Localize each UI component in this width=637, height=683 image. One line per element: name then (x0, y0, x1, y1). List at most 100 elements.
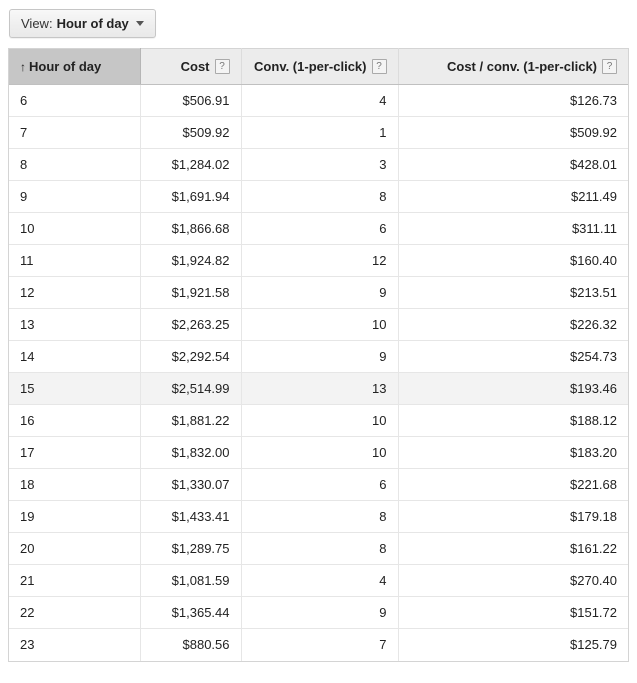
cell-conversions: 13 (241, 372, 399, 405)
stats-table-container: ↑ Hour of day Cost ? Conv. (1-per-click)… (8, 48, 629, 662)
cell-cost-per-conversion: $254.73 (398, 340, 628, 373)
table-row[interactable]: 23 $880.56 7 $125.79 (9, 628, 628, 661)
column-header-cost-per-conversion[interactable]: Cost / conv. (1-per-click) ? (398, 48, 628, 85)
cell-cost-per-conversion: $183.20 (398, 436, 628, 469)
table-row[interactable]: 6 $506.91 4 $126.73 (9, 84, 628, 117)
cell-cost-per-conversion: $509.92 (398, 116, 628, 149)
cell-cost-per-conversion: $161.22 (398, 532, 628, 565)
cell-cost-per-conversion: $428.01 (398, 148, 628, 181)
help-icon-cost[interactable]: ? (214, 59, 230, 74)
cell-hour-of-day: 9 (9, 180, 141, 213)
cell-hour-of-day: 14 (9, 340, 141, 373)
table-row[interactable]: 14 $2,292.54 9 $254.73 (9, 340, 628, 373)
cell-hour-of-day: 10 (9, 212, 141, 245)
cell-hour-of-day: 16 (9, 404, 141, 437)
cell-cost: $506.91 (140, 84, 242, 117)
cell-conversions: 10 (241, 308, 399, 341)
cell-cost-per-conversion: $213.51 (398, 276, 628, 309)
table-row[interactable]: 7 $509.92 1 $509.92 (9, 116, 628, 149)
table-row[interactable]: 9 $1,691.94 8 $211.49 (9, 180, 628, 213)
cell-hour-of-day: 11 (9, 244, 141, 277)
table-row[interactable]: 10 $1,866.68 6 $311.11 (9, 212, 628, 245)
table-row[interactable]: 22 $1,365.44 9 $151.72 (9, 596, 628, 629)
cell-cost: $1,921.58 (140, 276, 242, 309)
cell-conversions: 9 (241, 340, 399, 373)
table-row[interactable]: 19 $1,433.41 8 $179.18 (9, 500, 628, 533)
cell-cost-per-conversion: $221.68 (398, 468, 628, 501)
cell-cost-per-conversion: $151.72 (398, 596, 628, 629)
cell-cost: $1,365.44 (140, 596, 242, 629)
table-header-row: ↑ Hour of day Cost ? Conv. (1-per-click)… (9, 48, 628, 85)
cell-cost: $2,514.99 (140, 372, 242, 405)
cell-cost-per-conversion: $160.40 (398, 244, 628, 277)
cell-conversions: 8 (241, 180, 399, 213)
cell-cost-per-conversion: $193.46 (398, 372, 628, 405)
cell-conversions: 12 (241, 244, 399, 277)
cell-hour-of-day: 15 (9, 372, 141, 405)
table-row[interactable]: 12 $1,921.58 9 $213.51 (9, 276, 628, 309)
help-icon-conversions[interactable]: ? (371, 59, 387, 74)
cell-hour-of-day: 8 (9, 148, 141, 181)
table-row[interactable]: 11 $1,924.82 12 $160.40 (9, 244, 628, 277)
table-row[interactable]: 21 $1,081.59 4 $270.40 (9, 564, 628, 597)
table-toolbar: View: Hour of day (9, 9, 156, 38)
table-body: 6 $506.91 4 $126.73 7 $509.92 1 $509.92 8 $1,284.… (9, 84, 628, 661)
cell-cost: $2,263.25 (140, 308, 242, 341)
table-row[interactable]: 20 $1,289.75 8 $161.22 (9, 532, 628, 565)
cell-cost: $1,330.07 (140, 468, 242, 501)
cell-hour-of-day: 21 (9, 564, 141, 597)
cell-hour-of-day: 18 (9, 468, 141, 501)
column-header-conversions[interactable]: Conv. (1-per-click) ? (241, 48, 399, 85)
cell-hour-of-day: 20 (9, 532, 141, 565)
view-dropdown-label: View: (21, 16, 53, 31)
table-row[interactable]: 18 $1,330.07 6 $221.68 (9, 468, 628, 501)
cell-cost-per-conversion: $211.49 (398, 180, 628, 213)
cell-cost: $1,289.75 (140, 532, 242, 565)
cell-cost-per-conversion: $311.11 (398, 212, 628, 245)
cell-conversions: 3 (241, 148, 399, 181)
cell-conversions: 1 (241, 116, 399, 149)
view-dropdown-value: Hour of day (56, 16, 129, 31)
cell-hour-of-day: 13 (9, 308, 141, 341)
cell-cost-per-conversion: $188.12 (398, 404, 628, 437)
cell-cost-per-conversion: $179.18 (398, 500, 628, 533)
table-row[interactable]: 16 $1,881.22 10 $188.12 (9, 404, 628, 437)
hour-of-day-stats-table: ↑ Hour of day Cost ? Conv. (1-per-click)… (9, 48, 628, 661)
column-header-hour-of-day-label: Hour of day (29, 59, 102, 74)
cell-conversions: 6 (241, 212, 399, 245)
cell-conversions: 8 (241, 532, 399, 565)
cell-hour-of-day: 7 (9, 116, 141, 149)
cell-cost: $509.92 (140, 116, 242, 149)
cell-cost: $1,881.22 (140, 404, 242, 437)
cell-cost: $1,081.59 (140, 564, 242, 597)
cell-cost: $880.56 (140, 628, 242, 661)
cell-conversions: 8 (241, 500, 399, 533)
chevron-down-icon (135, 21, 144, 26)
cell-cost: $1,866.68 (140, 212, 242, 245)
cell-hour-of-day: 23 (9, 628, 141, 661)
cell-conversions: 4 (241, 84, 399, 117)
cell-cost-per-conversion: $226.32 (398, 308, 628, 341)
view-dropdown-button[interactable]: View: Hour of day (9, 9, 156, 38)
column-header-hour-of-day[interactable]: ↑ Hour of day (9, 48, 141, 85)
cell-cost: $2,292.54 (140, 340, 242, 373)
help-icon-cost-per-conversion[interactable]: ? (602, 59, 617, 74)
cell-conversions: 10 (241, 404, 399, 437)
column-header-cost-label: Cost (180, 59, 210, 74)
cell-hour-of-day: 22 (9, 596, 141, 629)
table-row[interactable]: 8 $1,284.02 3 $428.01 (9, 148, 628, 181)
table-row[interactable]: 15 $2,514.99 13 $193.46 (9, 372, 628, 405)
cell-cost: $1,832.00 (140, 436, 242, 469)
cell-hour-of-day: 17 (9, 436, 141, 469)
table-row[interactable]: 13 $2,263.25 10 $226.32 (9, 308, 628, 341)
cell-cost: $1,284.02 (140, 148, 242, 181)
cell-cost-per-conversion: $270.40 (398, 564, 628, 597)
cell-conversions: 9 (241, 596, 399, 629)
cell-cost: $1,433.41 (140, 500, 242, 533)
cell-cost-per-conversion: $126.73 (398, 84, 628, 117)
cell-cost-per-conversion: $125.79 (398, 628, 628, 661)
column-header-cost[interactable]: Cost ? (140, 48, 242, 85)
column-header-conversions-label: Conv. (1-per-click) (254, 59, 367, 74)
table-row[interactable]: 17 $1,832.00 10 $183.20 (9, 436, 628, 469)
sort-ascending-icon: ↑ (20, 59, 26, 74)
